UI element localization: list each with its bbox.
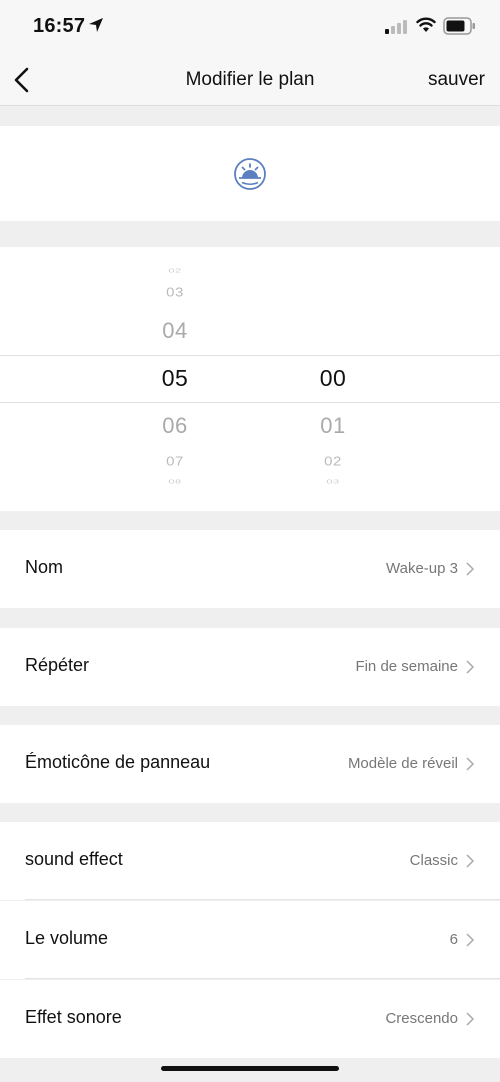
row-label: sound effect [25,849,123,869]
hour-option[interactable]: 07 [145,454,205,468]
hour-option[interactable]: 02 [145,268,205,274]
minute-option[interactable]: 02 [303,454,363,468]
chevron-right-icon [466,854,475,868]
panel-icon-preview [0,126,500,221]
picker-selection-band [0,355,500,403]
row-value: Classic [409,852,458,869]
hour-selected[interactable]: 05 [145,365,205,392]
row-value: Crescendo [385,1010,458,1027]
row-label: Nom [25,557,64,577]
divider [25,899,500,900]
hour-option[interactable]: 06 [145,413,205,439]
chevron-right-icon [466,757,475,771]
chevron-right-icon [466,933,475,947]
navigation-bar: Modifier le plan sauver [0,54,500,106]
battery-icon [443,17,475,35]
row-value: Modèle de réveil [347,755,458,772]
row-value: 6 [449,931,458,948]
setting-row-panel-emoticon[interactable]: Émoticône de panneau Modèle de réveil [0,725,500,803]
row-value: Wake-up 3 [386,560,458,577]
setting-row-sound-effect-fade[interactable]: Effet sonore Crescendo [0,980,500,1058]
status-bar: 16:57 [0,0,500,54]
home-indicator[interactable] [161,1066,339,1071]
page-title: Modifier le plan [185,69,315,90]
row-label: Répéter [25,655,90,675]
hour-option[interactable]: 04 [145,318,205,344]
cellular-signal-icon [385,20,407,34]
chevron-right-icon [466,562,475,576]
row-label: Le volume [25,928,109,948]
setting-row-repeat[interactable]: Répéter Fin de semaine [0,628,500,706]
setting-row-sound-effect[interactable]: sound effect Classic [0,822,500,900]
sunrise-icon[interactable] [233,157,267,191]
status-time: 16:57 [33,15,86,37]
minute-selected[interactable]: 00 [303,365,363,392]
row-label: Effet sonore [25,1007,122,1027]
wifi-icon [416,17,436,32]
row-value: Fin de semaine [355,658,458,675]
setting-row-name[interactable]: Nom Wake-up 3 [0,530,500,608]
row-label: Émoticône de panneau [25,752,211,772]
save-button[interactable]: sauver [428,69,485,91]
location-arrow-icon [89,18,103,32]
divider [25,978,500,979]
setting-row-volume[interactable]: Le volume 6 [0,901,500,979]
chevron-right-icon [466,660,475,674]
hour-option[interactable]: 03 [145,285,205,299]
time-picker[interactable]: 02 03 04 05 06 07 08 00 01 02 03 [0,247,500,511]
chevron-right-icon [466,1012,475,1026]
minute-option[interactable]: 01 [303,413,363,439]
minute-option[interactable]: 03 [303,479,363,485]
hour-option[interactable]: 08 [145,479,205,485]
